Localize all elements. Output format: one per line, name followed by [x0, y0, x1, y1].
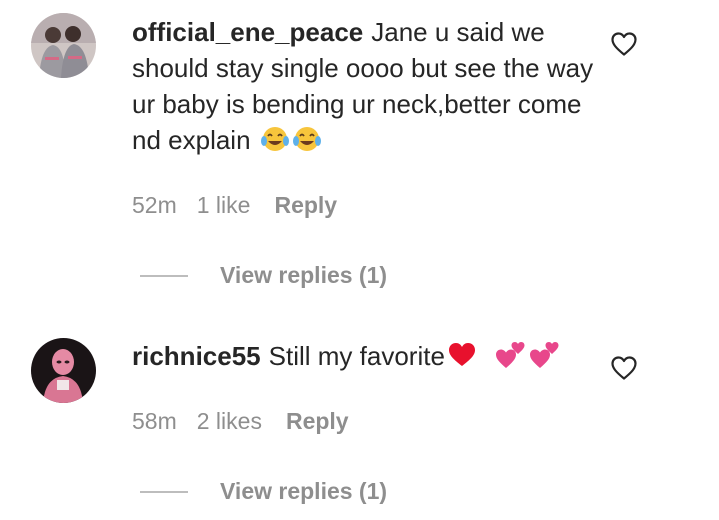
two-hearts-emoji-icon — [494, 341, 526, 378]
like-heart-icon[interactable] — [610, 355, 638, 381]
comment-username[interactable]: richnice55 — [132, 341, 261, 371]
comment-username[interactable]: official_ene_peace — [132, 17, 363, 47]
avatar-photo — [31, 338, 96, 403]
red-heart-emoji-icon — [447, 341, 477, 378]
comment-item: official_ene_peace Jane u said we should … — [0, 0, 719, 300]
comment-text: Still my favorite — [268, 341, 445, 371]
avatar[interactable] — [31, 13, 96, 78]
view-replies-label: View replies (1) — [220, 478, 388, 504]
comment-time: 52m — [132, 192, 177, 218]
divider-line — [140, 275, 188, 277]
two-hearts-emoji-icon — [528, 341, 560, 378]
comment-body: richnice55 Still my favorite — [132, 338, 602, 378]
reply-button[interactable]: Reply — [286, 408, 349, 434]
comment-time: 58m — [132, 408, 177, 434]
comment-meta: 52m 1 like Reply — [132, 192, 357, 219]
divider-line — [140, 491, 188, 493]
like-heart-icon[interactable] — [610, 31, 638, 57]
tears-of-joy-emoji-icon — [260, 125, 290, 162]
comment-likes[interactable]: 2 likes — [197, 408, 262, 434]
comment-body: official_ene_peace Jane u said we should … — [132, 14, 602, 162]
comment-meta: 58m 2 likes Reply — [132, 408, 369, 435]
avatar-photo — [31, 13, 96, 78]
reply-button[interactable]: Reply — [274, 192, 337, 218]
tears-of-joy-emoji-icon — [292, 125, 322, 162]
comment-likes[interactable]: 1 like — [197, 192, 251, 218]
avatar[interactable] — [31, 338, 96, 403]
view-replies-label: View replies (1) — [220, 262, 388, 288]
